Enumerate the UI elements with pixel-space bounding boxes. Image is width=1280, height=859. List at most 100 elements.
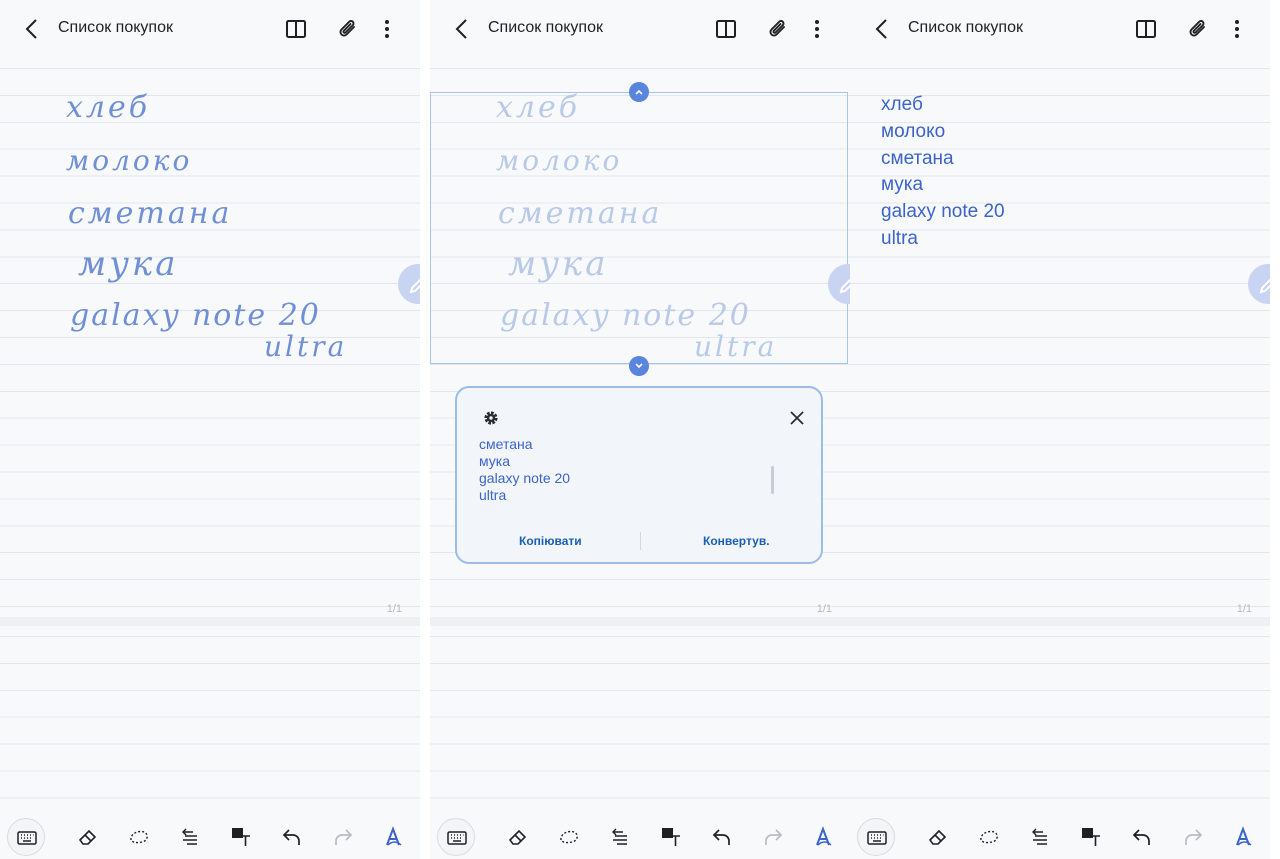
lasso-button[interactable] bbox=[124, 822, 154, 852]
bottom-toolbar bbox=[430, 816, 850, 859]
recognition-settings-button[interactable] bbox=[481, 408, 501, 428]
text-line: сметана bbox=[881, 147, 954, 169]
text-align-button[interactable] bbox=[175, 822, 205, 852]
paperclip-icon bbox=[339, 20, 355, 37]
note-panel-converted: Список покупок 1/1 хлеб молоко сметана м… bbox=[850, 0, 1270, 859]
text-line: ultra bbox=[881, 227, 918, 249]
book-view-button[interactable] bbox=[283, 16, 309, 42]
pen-icon bbox=[839, 278, 850, 294]
pen-icon bbox=[409, 278, 420, 294]
app-bar: Список покупок bbox=[850, 0, 1270, 58]
text-align-icon bbox=[1032, 828, 1047, 845]
keyboard-icon bbox=[867, 831, 887, 845]
lasso-button[interactable] bbox=[554, 822, 584, 852]
lasso-icon bbox=[130, 830, 148, 844]
selection-box[interactable] bbox=[430, 92, 848, 364]
text-align-button[interactable] bbox=[1025, 822, 1055, 852]
note-title: Список покупок bbox=[58, 19, 173, 36]
page-divider bbox=[850, 617, 1270, 626]
book-view-icon bbox=[716, 20, 736, 38]
redo-button[interactable] bbox=[758, 822, 788, 852]
keyboard-button[interactable] bbox=[7, 818, 45, 856]
copy-button[interactable]: Копіювати bbox=[519, 534, 582, 548]
undo-button[interactable] bbox=[707, 822, 737, 852]
note-panel-recognition: Список покупок 1/1 хлеб молоко сметана м… bbox=[430, 0, 850, 859]
handwriting-line: хлеб bbox=[66, 90, 151, 125]
close-popup-button[interactable] bbox=[787, 408, 807, 428]
handwriting-line: мука bbox=[78, 244, 179, 284]
eraser-button[interactable] bbox=[923, 822, 953, 852]
note-page-next[interactable] bbox=[850, 626, 1270, 816]
chevron-up-icon bbox=[635, 89, 643, 95]
book-view-button[interactable] bbox=[1133, 16, 1159, 42]
note-page-next[interactable] bbox=[0, 626, 420, 816]
handwriting-convert-button[interactable] bbox=[379, 822, 409, 852]
recognized-line: galaxy note 20 bbox=[479, 470, 571, 486]
lasso-button[interactable] bbox=[974, 822, 1004, 852]
back-button[interactable] bbox=[20, 16, 44, 42]
book-view-icon bbox=[286, 20, 306, 38]
redo-icon bbox=[335, 829, 353, 845]
page-indicator: 1/1 bbox=[386, 603, 402, 615]
app-bar: Список покупок bbox=[430, 0, 850, 58]
text-align-button[interactable] bbox=[605, 822, 635, 852]
popup-scrollbar[interactable] bbox=[771, 466, 774, 494]
eraser-icon bbox=[78, 829, 97, 845]
chevron-left-icon bbox=[455, 19, 467, 39]
recognized-line: ultra bbox=[479, 487, 507, 503]
keyboard-button[interactable] bbox=[857, 818, 895, 856]
eraser-button[interactable] bbox=[503, 822, 533, 852]
bottom-toolbar bbox=[0, 816, 420, 859]
note-title: Список покупок bbox=[908, 19, 1023, 36]
text-align-icon bbox=[612, 828, 627, 845]
handwriting-convert-button[interactable] bbox=[1229, 822, 1259, 852]
image-text-button[interactable] bbox=[1076, 822, 1106, 852]
more-vert-icon bbox=[385, 20, 389, 38]
page-divider bbox=[0, 617, 420, 626]
keyboard-button[interactable] bbox=[437, 818, 475, 856]
convert-button[interactable]: Конвертув. bbox=[703, 534, 770, 548]
more-options-button[interactable] bbox=[376, 16, 402, 42]
chevron-left-icon bbox=[25, 19, 37, 39]
book-view-button[interactable] bbox=[713, 16, 739, 42]
undo-icon bbox=[282, 829, 300, 845]
eraser-button[interactable] bbox=[73, 822, 103, 852]
handwriting-line: молоко bbox=[66, 144, 193, 177]
handwriting-convert-icon bbox=[1236, 826, 1252, 846]
chevron-left-icon bbox=[875, 19, 887, 39]
attach-button[interactable] bbox=[1185, 16, 1211, 42]
handwriting-convert-button[interactable] bbox=[809, 822, 839, 852]
note-page[interactable] bbox=[0, 56, 420, 622]
recognized-text[interactable]: сметана мука galaxy note 20 ultra bbox=[479, 436, 570, 504]
image-text-button[interactable] bbox=[656, 822, 686, 852]
image-text-button[interactable] bbox=[226, 822, 256, 852]
more-vert-icon bbox=[1235, 20, 1239, 38]
text-align-icon bbox=[182, 828, 197, 845]
note-page-next[interactable] bbox=[430, 626, 850, 816]
attach-button[interactable] bbox=[335, 16, 361, 42]
selection-handle-bottom[interactable] bbox=[629, 356, 649, 376]
recognized-line: мука bbox=[479, 453, 511, 469]
undo-icon bbox=[1132, 829, 1150, 845]
redo-button[interactable] bbox=[1178, 822, 1208, 852]
more-vert-icon bbox=[815, 20, 819, 38]
converted-text[interactable]: хлеб молоко сметана мука galaxy note 20 … bbox=[881, 92, 1005, 253]
undo-button[interactable] bbox=[1127, 822, 1157, 852]
more-options-button[interactable] bbox=[1226, 16, 1252, 42]
app-bar: Список покупок bbox=[0, 0, 420, 58]
text-line: молоко bbox=[881, 120, 946, 142]
handwriting-line: ultra bbox=[264, 330, 348, 363]
note-panel-handwritten: Список покупок 1/1 хлеб молоко сметана м… bbox=[0, 0, 420, 859]
gear-icon bbox=[484, 411, 498, 425]
note-title: Список покупок bbox=[488, 19, 603, 36]
selection-handle-top[interactable] bbox=[629, 82, 649, 102]
image-text-icon bbox=[1082, 828, 1100, 846]
recognition-popup: сметана мука galaxy note 20 ultra Копіюв… bbox=[455, 386, 823, 564]
redo-button[interactable] bbox=[328, 822, 358, 852]
back-button[interactable] bbox=[870, 16, 894, 42]
back-button[interactable] bbox=[450, 16, 474, 42]
text-line: galaxy note 20 bbox=[881, 201, 1005, 223]
undo-button[interactable] bbox=[277, 822, 307, 852]
more-options-button[interactable] bbox=[806, 16, 832, 42]
attach-button[interactable] bbox=[765, 16, 791, 42]
